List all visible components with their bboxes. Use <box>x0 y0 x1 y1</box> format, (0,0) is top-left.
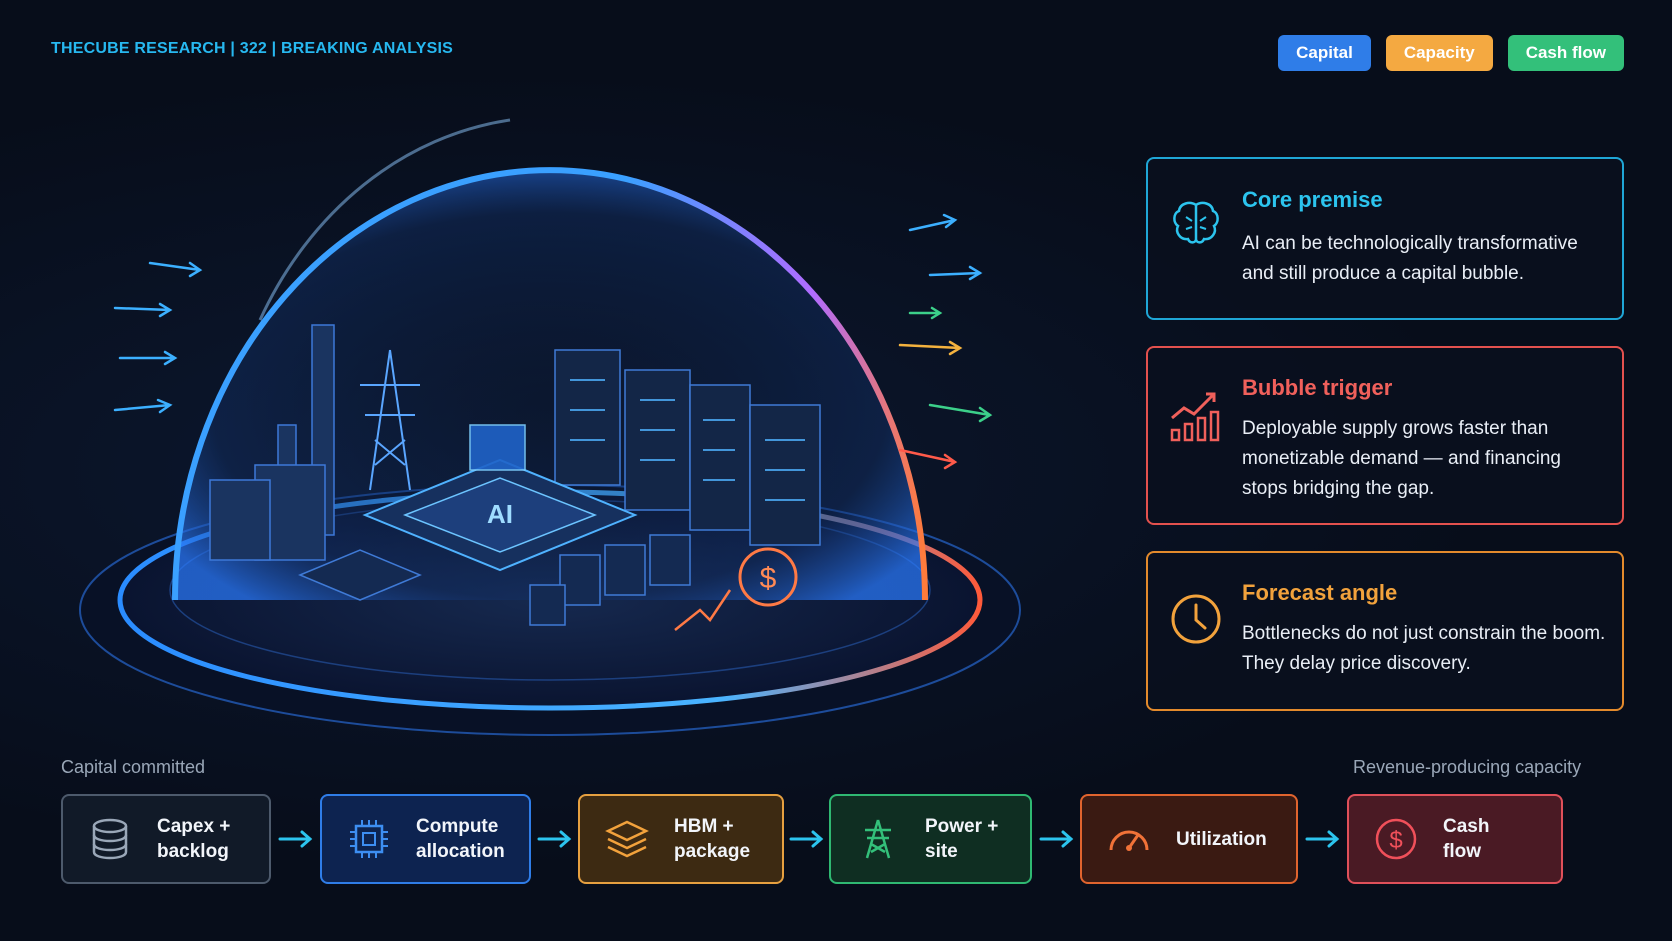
card-body: AI can be technologically transformative… <box>1242 233 1578 284</box>
flow-step-utilization[interactable]: Utilization <box>1080 794 1298 884</box>
arrow-right-icon <box>537 830 572 848</box>
card-title: Forecast angle <box>1242 580 1398 605</box>
card-core-premise: Core premise AI can be technologically t… <box>1146 157 1624 320</box>
power-tower-icon <box>865 819 891 859</box>
tag-capacity[interactable]: Capacity <box>1385 35 1493 71</box>
clock-icon <box>1171 594 1221 644</box>
flow-step-hbm[interactable]: HBM + package <box>578 794 784 884</box>
arrow-right-icon <box>1305 830 1340 848</box>
tag-capital[interactable]: Capital <box>1278 35 1371 71</box>
step-label: Utilization <box>1176 828 1267 850</box>
dollar-icon: $ <box>1375 818 1417 860</box>
gauge-icon <box>1109 830 1149 851</box>
svg-text:$: $ <box>760 562 777 595</box>
arrow-right-icon <box>789 830 824 848</box>
cpu-icon <box>350 820 388 858</box>
arrow-right-icon <box>1039 830 1074 848</box>
ai-bubble-illustration: AI $ <box>79 118 1021 736</box>
flow-step-compute[interactable]: Compute allocation <box>320 794 531 884</box>
brain-icon <box>1173 201 1219 244</box>
step-label: Power + site <box>925 816 999 862</box>
flow-step-cash-flow[interactable]: $ Cash flow <box>1347 794 1563 884</box>
svg-text:$: $ <box>1389 827 1402 854</box>
tag-group: Capital Capacity Cash flow <box>1278 35 1624 71</box>
card-title: Bubble trigger <box>1242 375 1393 400</box>
chart-up-icon <box>1170 392 1220 442</box>
step-label: Cash flow <box>1443 816 1490 862</box>
flow-end-label: Revenue-producing capacity <box>1353 757 1582 777</box>
layers-icon <box>605 820 649 858</box>
step-label: HBM + package <box>674 816 751 862</box>
tag-cash-flow[interactable]: Cash flow <box>1507 35 1624 71</box>
arrow-right-icon <box>278 830 313 848</box>
chip-label: AI <box>487 499 513 529</box>
step-label: Capex + backlog <box>157 816 231 862</box>
card-bubble-trigger: Bubble trigger Deployable supply grows f… <box>1146 346 1624 525</box>
flow-step-capex[interactable]: Capex + backlog <box>61 794 271 884</box>
inflow-arrows <box>113 261 203 414</box>
step-label: Compute allocation <box>416 816 505 862</box>
card-forecast-angle: Forecast angle Bottlenecks do not just c… <box>1146 551 1624 711</box>
card-title: Core premise <box>1242 187 1383 212</box>
report-header: THECUBE RESEARCH | 322 | BREAKING ANALYS… <box>51 40 454 57</box>
card-body: Deployable supply grows faster than mone… <box>1242 418 1561 499</box>
outflow-arrows <box>898 213 993 470</box>
flow-start-label: Capital committed <box>61 757 206 777</box>
card-body: Bottlenecks do not just constrain the bo… <box>1242 623 1606 674</box>
database-icon <box>92 818 128 860</box>
flow-step-power[interactable]: Power + site <box>829 794 1032 884</box>
